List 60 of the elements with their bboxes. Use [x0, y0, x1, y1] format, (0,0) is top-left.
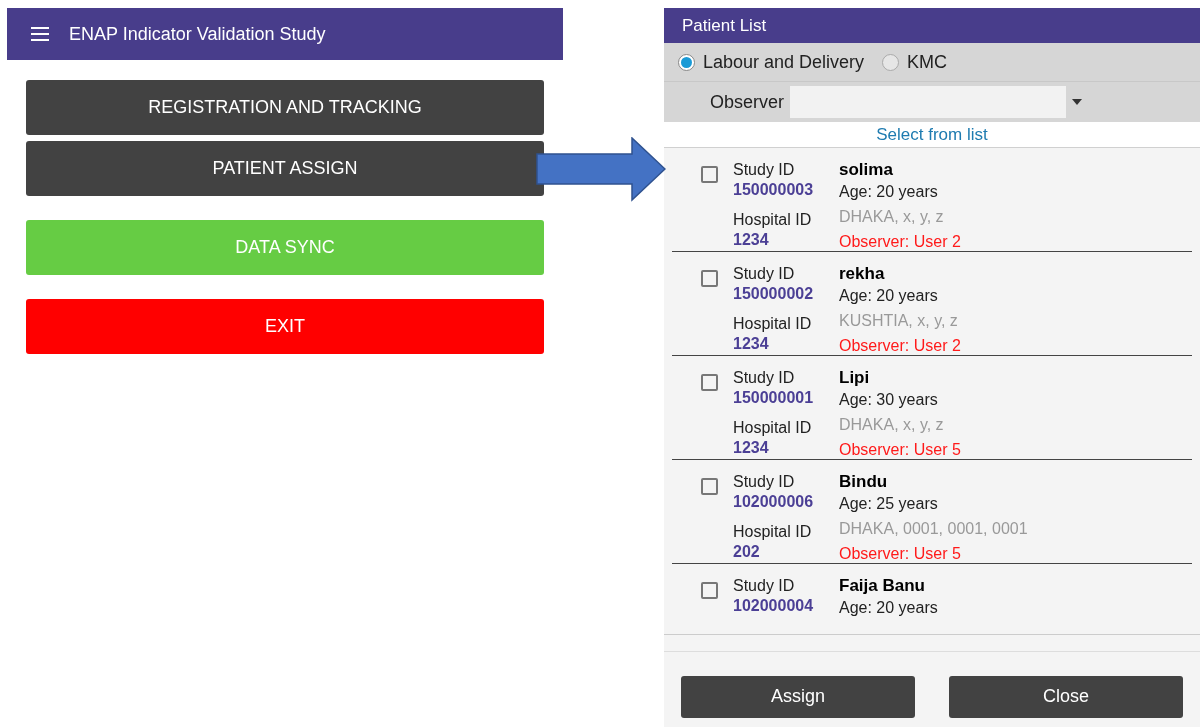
study-id: 150000001 [733, 388, 815, 408]
patient-name: Lipi [839, 368, 871, 388]
hospital-id: 1234 [733, 334, 770, 354]
hospital-id-label: Hospital ID [733, 314, 813, 334]
menu-button[interactable]: EXIT [26, 299, 544, 354]
patient-row[interactable]: Study ID 102000006 Hospital ID 202 Bindu Age: 25 years DHAKA, 0001, 0001, 0001 Observer: User 5 [672, 460, 1192, 564]
observer-name: Observer: User 2 [839, 336, 961, 356]
patient-address: DHAKA, 0001, 0001, 0001 [839, 519, 1028, 539]
type-radio[interactable]: KMC [882, 48, 948, 76]
menu-icon[interactable] [31, 27, 49, 41]
study-id-label: Study ID [733, 368, 796, 388]
hospital-id: 1234 [733, 438, 770, 458]
observer-name: Observer: User 2 [839, 232, 961, 252]
hospital-id: 202 [733, 542, 761, 562]
menu-button[interactable]: REGISTRATION AND TRACKING [26, 80, 544, 135]
patient-name: rekha [839, 264, 886, 284]
study-id-label: Study ID [733, 472, 796, 492]
observer-name: Observer: User 5 [839, 544, 962, 564]
right-arrow-icon [536, 137, 666, 202]
patient-address: DHAKA, x, y, z [839, 415, 945, 435]
study-id: 102000004 [733, 596, 815, 616]
study-id-label: Study ID [733, 160, 796, 180]
patient-age: Age: 25 years [839, 494, 939, 514]
patient-address: KUSHTIA, x, y, z [839, 311, 959, 331]
dialog-button[interactable]: Close [949, 675, 1183, 718]
patient-address: DHAKA, x, y, z [839, 207, 945, 227]
hospital-id-label: Hospital ID [733, 418, 813, 438]
patient-age: Age: 20 years [839, 598, 938, 618]
row-checkbox[interactable] [701, 582, 718, 599]
patient-row[interactable]: Study ID 150000001 Hospital ID 1234 Lipi Age: 30 years DHAKA, x, y, z Observer: User 5 [672, 356, 1192, 460]
patient-age: Age: 20 years [839, 182, 939, 202]
patient-name: Faija Banu [839, 576, 926, 596]
patient-row[interactable]: Study ID 150000003 Hospital ID 1234 solima Age: 20 years DHAKA, x, y, z Observer: User 2 [672, 148, 1192, 252]
observer-name: Observer: User 5 [839, 440, 961, 460]
hospital-id: 1234 [733, 230, 770, 250]
patient-row[interactable]: Study ID 150000002 Hospital ID 1234 rekha Age: 20 years KUSHTIA, x, y, z Observer: User 2 [672, 252, 1192, 356]
patient-name: Bindu [839, 472, 889, 492]
patient-age: Age: 20 years [839, 286, 939, 306]
dialog-button[interactable]: Assign [681, 675, 915, 718]
study-id: 102000006 [733, 492, 815, 512]
study-id: 150000003 [733, 180, 815, 200]
hospital-id-label: Hospital ID [733, 210, 813, 230]
menu-button[interactable]: PATIENT ASSIGN [26, 141, 544, 196]
app-title: ENAP Indicator Validation Study [69, 22, 326, 46]
hospital-id-label: Hospital ID [733, 522, 813, 542]
study-id: 150000002 [733, 284, 815, 304]
panel-title: Patient List [682, 14, 767, 37]
patient-name: solima [839, 160, 894, 180]
row-checkbox[interactable] [701, 166, 718, 183]
row-checkbox[interactable] [701, 478, 718, 495]
row-checkbox[interactable] [701, 374, 718, 391]
observer-label: Observer [710, 90, 785, 114]
patient-row[interactable]: Study ID 102000004 Faija Banu Age: 20 years [672, 564, 1192, 634]
type-radio[interactable]: Labour and Delivery [678, 48, 865, 76]
study-id-label: Study ID [733, 576, 796, 596]
dropdown-caret-icon[interactable] [1072, 99, 1083, 105]
select-hint: Select from list [876, 123, 988, 146]
patient-age: Age: 30 years [839, 390, 939, 410]
row-checkbox[interactable] [701, 270, 718, 287]
study-id-label: Study ID [733, 264, 796, 284]
